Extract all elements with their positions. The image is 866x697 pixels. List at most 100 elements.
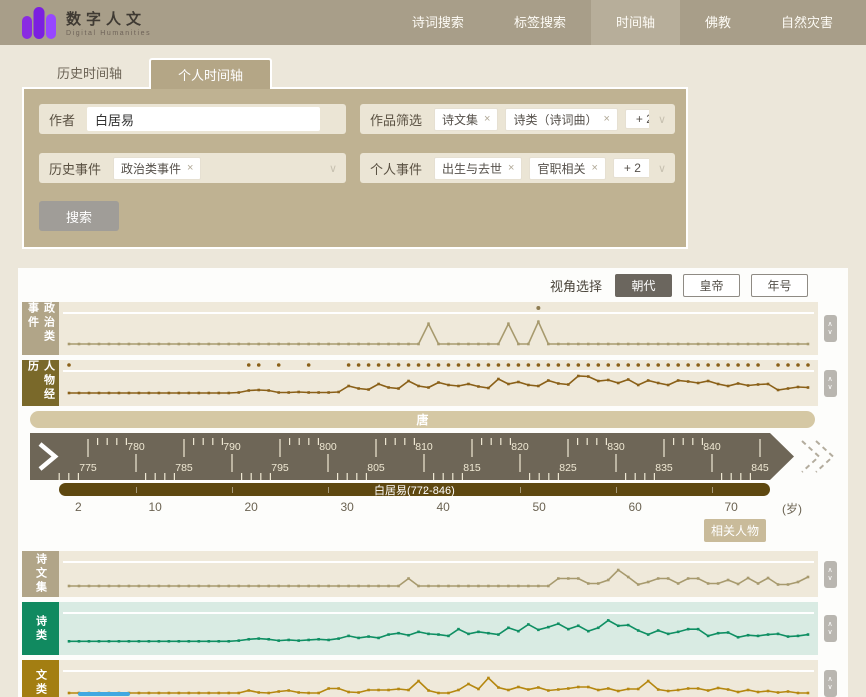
age-tick-label: 70 [725,500,738,514]
chevron-down-icon[interactable]: ∨ [827,684,832,691]
chart-track-label: 人物经历 [22,360,59,406]
tab[interactable]: 历史时间轴 [30,58,149,89]
app-logo[interactable]: 数字人文 Digital Humanities [22,7,151,39]
age-tick-label: 40 [437,500,450,514]
viewpoint-朝代[interactable]: 朝代 [615,274,672,297]
filter-panel: 作者 作品筛选诗文集×诗类（诗词曲）×+ 2∨ 历史事件政治类事件×∨ 个人事件… [22,87,688,249]
scroll-right-dashed-icon[interactable] [802,441,819,472]
history-events-select[interactable]: 历史事件政治类事件× ∨ [39,153,346,183]
svg-text:825: 825 [559,462,577,474]
svg-text:775: 775 [79,462,97,474]
app-header: 数字人文 Digital Humanities 诗词搜索标签搜索时间轴佛教自然灾… [0,0,866,45]
viewpoint-options: 朝代皇帝年号 [615,274,808,297]
nav-item[interactable]: 诗词搜索 [387,0,489,45]
more-tags-chip[interactable]: + 2 [625,109,649,129]
app-subtitle: Digital Humanities [66,30,151,37]
age-tick-label: 60 [629,500,642,514]
chart-row-political-events: 政治类事件 ∧∨ [22,302,842,355]
chart-plot-area [59,302,818,355]
nav-item[interactable]: 标签搜索 [489,0,591,45]
chart-track-label: 诗文集 [22,551,59,597]
chart-scroll-area: ∧∨ [818,360,842,406]
tag-remove-icon[interactable]: × [484,113,490,125]
author-input[interactable] [87,107,320,131]
age-unit-label: (岁) [782,500,802,517]
nav-item[interactable]: 自然灾害 [756,0,858,45]
svg-text:815: 815 [463,462,481,474]
more-tags-chip[interactable]: + 2 [613,158,649,178]
dynasty-bar[interactable]: 唐 [30,411,815,428]
filter-tag[interactable]: 出生与去世× [434,157,522,180]
svg-text:790: 790 [223,441,241,453]
chart-scroll-area: ∧∨ [818,660,842,697]
lifespan-tick [616,487,617,493]
svg-text:830: 830 [607,441,625,453]
chevron-down-icon[interactable]: ∨ [827,329,832,336]
chart-scroll-control[interactable]: ∧∨ [824,315,837,342]
chart-scroll-control[interactable]: ∧∨ [824,370,837,397]
chevron-up-icon[interactable]: ∧ [827,321,832,328]
svg-text:805: 805 [367,462,385,474]
dynasty-label: 唐 [416,411,428,428]
works-filter-select[interactable]: 作品筛选诗文集×诗类（诗词曲）×+ 2∨ [360,104,675,134]
lifespan-tick [232,487,233,493]
chevron-up-icon[interactable]: ∧ [827,621,832,628]
tag-list: 政治类事件× [113,157,320,180]
svg-text:795: 795 [271,462,289,474]
chevron-down-icon[interactable]: ∨ [658,162,666,175]
svg-text:785: 785 [175,462,193,474]
horizontal-scrollbar-thumb[interactable] [78,692,130,696]
tab[interactable]: 个人时间轴 [149,58,272,89]
chart-scroll-control[interactable]: ∧∨ [824,670,837,697]
tag-remove-icon[interactable]: × [508,162,514,174]
filter-tag[interactable]: 诗文集× [434,108,498,131]
tag-list: 出生与去世× 官职相关× + 2 [434,157,649,180]
chart-plot-area [59,360,818,406]
f-history-label: 历史事件 [49,159,101,178]
search-button[interactable]: 搜索 [39,201,119,231]
year-ruler[interactable]: 7757807857907958008058108158208258308358… [30,433,836,480]
viewpoint-年号[interactable]: 年号 [751,274,808,297]
tag-remove-icon[interactable]: × [603,113,609,125]
person-lifespan-row: 白居易(772-846) [30,483,836,496]
age-tick-label: 30 [341,500,354,514]
chart-track-label: 政治类事件 [22,302,59,355]
age-axis: 210203040506070(岁) [30,500,836,516]
svg-text:820: 820 [511,441,529,453]
person-lifespan-label: 白居易(772-846) [374,482,455,498]
chart-scroll-control[interactable]: ∧∨ [824,561,837,588]
chart-scroll-control[interactable]: ∧∨ [824,615,837,642]
chevron-down-icon[interactable]: ∨ [827,575,832,582]
f-personal-label: 个人事件 [370,159,422,178]
nav-item[interactable]: 时间轴 [591,0,680,45]
chevron-down-icon[interactable]: ∨ [827,384,832,391]
chevron-down-icon[interactable]: ∨ [329,162,337,175]
filter-tag[interactable]: 诗类（诗词曲）× [505,108,617,131]
viewpoint-皇帝[interactable]: 皇帝 [683,274,740,297]
chart-track-label: 诗类 [22,602,59,655]
filter-tag[interactable]: 政治类事件× [113,157,201,180]
related-people-button[interactable]: 相关人物 [704,519,766,542]
chevron-down-icon[interactable]: ∨ [658,113,666,126]
lifespan-tick [712,487,713,493]
person-lifespan-bar: 白居易(772-846) [59,483,769,496]
chevron-up-icon[interactable]: ∧ [827,376,832,383]
chart-row-poetry-collection: 诗文集 ∧∨ [22,551,842,597]
nav-item[interactable]: 佛教 [680,0,756,45]
timeline-board: 视角选择 朝代皇帝年号 政治类事件∧∨ 人物经历∧∨ 唐 77578078579… [18,268,848,697]
chevron-down-icon[interactable]: ∨ [827,629,832,636]
chevron-up-icon[interactable]: ∧ [827,676,832,683]
age-tick-label: 2 [75,500,82,514]
svg-text:800: 800 [319,441,337,453]
lifespan-tick [328,487,329,493]
tag-remove-icon[interactable]: × [591,162,597,174]
main-nav: 诗词搜索标签搜索时间轴佛教自然灾害 [387,0,858,45]
chevron-up-icon[interactable]: ∧ [827,567,832,574]
timeline-tabs: 历史时间轴个人时间轴 [30,58,866,89]
filter-tag[interactable]: 官职相关× [529,157,605,180]
tag-remove-icon[interactable]: × [187,162,193,174]
app-title: 数字人文 [66,8,151,29]
personal-events-select[interactable]: 个人事件出生与去世× 官职相关× + 2 ∨ [360,153,675,183]
chart-row-prose-category: 文类∧∨ [22,660,842,697]
author-field: 作者 [39,104,346,134]
